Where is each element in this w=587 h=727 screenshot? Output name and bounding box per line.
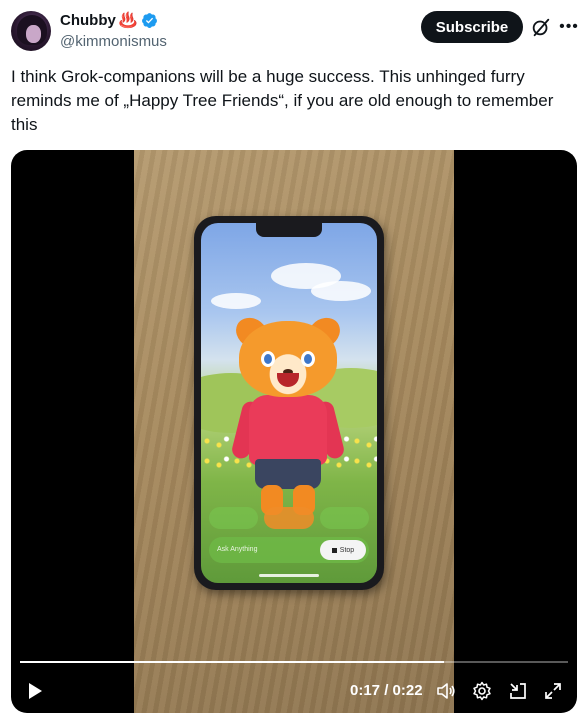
stop-square-icon	[331, 547, 337, 553]
progress-bar[interactable]	[20, 661, 568, 663]
verified-badge-icon	[141, 13, 157, 28]
phone-screen: Ask Anything Stop	[201, 223, 377, 583]
fox-eye	[301, 351, 315, 367]
fox-hoodie	[249, 395, 327, 465]
cloud	[311, 281, 371, 301]
subscribe-button[interactable]: Subscribe	[421, 11, 523, 43]
author-handle[interactable]: @kimmonismus	[60, 33, 167, 50]
progress-fill	[20, 661, 444, 663]
in-video-stop-button: Stop	[320, 540, 366, 560]
settings-icon[interactable]	[472, 681, 492, 701]
in-video-ask-bar: Ask Anything Stop	[209, 537, 369, 563]
avatar[interactable]	[11, 11, 51, 51]
timecode: 0:17 / 0:22	[350, 682, 423, 699]
in-video-camera-pill	[209, 507, 259, 529]
in-video-mute-pill	[264, 507, 314, 529]
player-controls: 0:17 / 0:22	[11, 675, 577, 707]
in-video-mic-pill	[319, 507, 369, 529]
author-name-emoji: ♨️	[118, 12, 138, 29]
grok-icon[interactable]	[530, 16, 552, 38]
avatar-face	[26, 25, 41, 43]
in-video-ask-placeholder: Ask Anything	[217, 546, 258, 553]
in-video-buttons	[209, 507, 369, 529]
fox-eye	[261, 351, 275, 367]
author-name-row[interactable]: Chubby ♨️	[60, 12, 158, 29]
author-name[interactable]: Chubby	[60, 12, 116, 29]
fullscreen-icon[interactable]	[543, 681, 563, 701]
volume-icon[interactable]	[436, 681, 456, 701]
tweet-text: I think Grok-companions will be a huge s…	[11, 67, 554, 134]
tweet-header: Chubby ♨️ @kimmonismus Subscribe •••	[0, 0, 587, 60]
minimize-icon[interactable]	[508, 681, 528, 701]
play-icon[interactable]	[25, 681, 45, 701]
phone-notch	[256, 223, 322, 237]
video-player[interactable]: Ask Anything Stop 0:17 / 0:22	[11, 150, 577, 713]
phone-home-indicator	[259, 574, 319, 577]
in-video-stop-label: Stop	[339, 546, 355, 554]
cloud	[211, 293, 261, 309]
more-icon[interactable]: •••	[558, 16, 580, 38]
phone-image: Ask Anything Stop	[194, 216, 384, 590]
video-frame: Ask Anything Stop	[134, 150, 454, 713]
fox-shorts	[255, 459, 321, 489]
